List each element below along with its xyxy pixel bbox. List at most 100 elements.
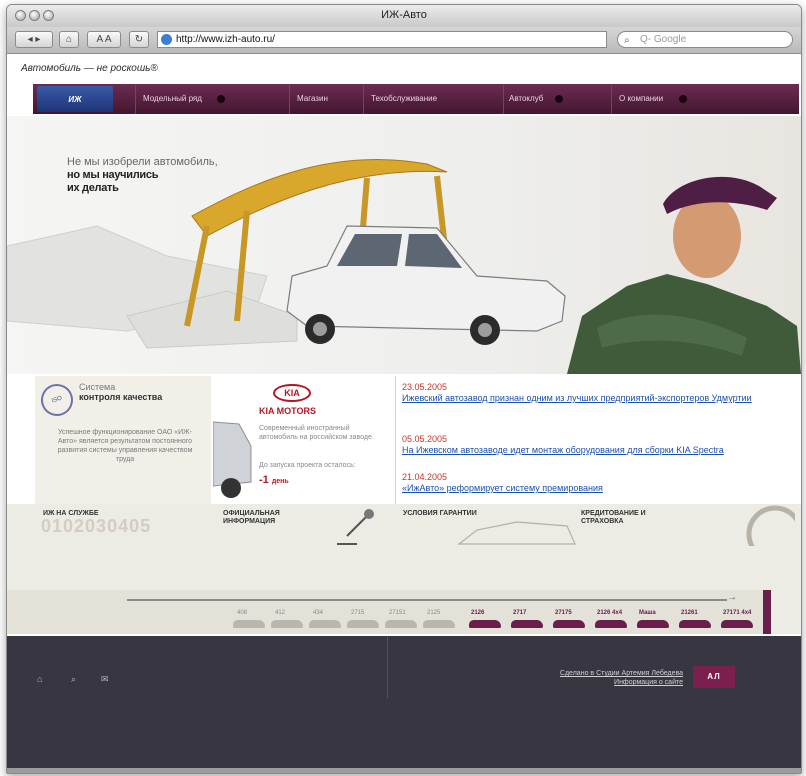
back-forward-button[interactable]: ◂ ▸ <box>15 31 53 48</box>
studio-badge[interactable]: АЛ <box>693 666 735 688</box>
news-link[interactable]: «ИжАвто» реформирует систему премировани… <box>402 482 792 494</box>
site-info-link[interactable]: Информация о сайте <box>614 679 683 686</box>
kia-panel[interactable]: KIA KIA MOTORS Современный иностранный а… <box>213 376 389 504</box>
news-item: 21.04.2005 «ИжАвто» реформирует систему … <box>402 472 792 494</box>
car-hub-front <box>478 323 492 337</box>
kia-countdown-value: -1 день <box>259 474 289 486</box>
nav-item-about[interactable]: О компании <box>619 84 663 114</box>
hero-illustration <box>7 159 801 374</box>
timeline-model-label[interactable]: 21261 <box>681 610 698 616</box>
hero-line-2: но мы научились <box>67 169 159 181</box>
news-date: 21.04.2005 <box>402 472 448 482</box>
main-navigation: ИЖ Модельный ряд Магазин Техобслуживание… <box>33 84 799 114</box>
news-list: 23.05.2005 Ижевский автозавод признан од… <box>395 376 796 504</box>
search-placeholder: Q- Google <box>640 34 687 45</box>
footer-credit: Сделано в Студии Артемия Лебедева Информ… <box>537 669 683 687</box>
timeline-model-label[interactable]: 27171 4x4 <box>723 610 751 616</box>
title-bar: ИЖ-Авто <box>7 5 801 27</box>
timeline-model-label[interactable]: 27175 <box>555 610 572 616</box>
nav-separator <box>363 84 364 114</box>
news-date: 23.05.2005 <box>402 382 448 392</box>
timeline-car-icon[interactable] <box>721 620 753 628</box>
news-item: 23.05.2005 Ижевский автозавод признан од… <box>402 382 792 404</box>
quality-panel[interactable]: ISO Система контроля качества Успешное ф… <box>35 376 211 504</box>
timeline-model-label[interactable]: 2126 4x4 <box>597 610 622 616</box>
timeline-car-icon[interactable] <box>637 620 669 628</box>
quality-title: Система контроля качества <box>79 382 163 402</box>
site-slogan: Автомобиль — не роскошь® <box>21 63 158 74</box>
nav-item-shop[interactable]: Магазин <box>297 84 328 114</box>
timeline-model-label[interactable]: 434 <box>313 610 323 616</box>
nav-item-models[interactable]: Модельный ряд <box>143 84 202 114</box>
timeline-model-label[interactable]: 408 <box>237 610 247 616</box>
timeline-model-label[interactable]: 2126 <box>471 610 484 616</box>
globe-icon <box>161 34 172 45</box>
window-title: ИЖ-Авто <box>381 9 427 21</box>
car-hub-rear <box>313 322 327 336</box>
reload-button[interactable]: ↻ <box>129 31 149 48</box>
mail-icon[interactable]: ✉ <box>101 674 109 685</box>
timeline-car-icon[interactable] <box>423 620 455 628</box>
kia-countdown-label: До запуска проекта осталось: <box>259 462 356 469</box>
timeline-car-icon[interactable] <box>469 620 501 628</box>
section-official-info[interactable]: Официальная информация <box>217 504 393 546</box>
izh-logo[interactable]: ИЖ <box>37 86 113 112</box>
nav-separator <box>503 84 504 114</box>
timeline-car-icon[interactable] <box>271 620 303 628</box>
timeline-model-label[interactable]: 412 <box>275 610 285 616</box>
timeline-car-icon[interactable] <box>511 620 543 628</box>
timeline-car-icon[interactable] <box>553 620 585 628</box>
forward-icon[interactable]: ▸ <box>35 34 40 45</box>
news-link[interactable]: Ижевский автозавод признан одним из лучш… <box>402 392 792 404</box>
search-icon[interactable]: ⌕ <box>71 674 76 685</box>
nav-dot-icon <box>555 95 563 103</box>
timeline-model-label[interactable]: 2125 <box>427 610 440 616</box>
section-izh-service[interactable]: 0102030405 ИЖ на службе <box>35 504 211 546</box>
timeline-car-icon[interactable] <box>595 620 627 628</box>
timeline-car-icon[interactable] <box>233 620 265 628</box>
page-content: Автомобиль — не роскошь® ИЖ Модельный ря… <box>7 54 801 773</box>
news-link[interactable]: На Ижевском автозаводе идет монтаж обору… <box>402 444 792 456</box>
text-size-button[interactable]: A A <box>87 31 121 48</box>
timeline-model-label[interactable]: 2717 <box>513 610 526 616</box>
section-credit[interactable]: Кредитование и страховка <box>575 504 795 546</box>
home-icon: ⌂ <box>65 34 73 45</box>
home-icon[interactable]: ⌂ <box>37 674 42 684</box>
section-warranty[interactable]: Условия гарантии <box>397 504 576 546</box>
nav-separator <box>135 84 136 114</box>
news-item: 05.05.2005 На Ижевском автозаводе идет м… <box>402 434 792 456</box>
timeline-model-label[interactable]: 27151 <box>389 610 406 616</box>
model-timeline: → 408 412 434 2715 27151 2125 2126 2717 27175 212… <box>7 590 763 634</box>
search-field[interactable]: ⌕ Q- Google <box>617 31 793 48</box>
reload-icon: ↻ <box>134 34 144 45</box>
timeline-car-icon[interactable] <box>347 620 379 628</box>
hero-tagline: Не мы изобрели автомобиль, но мы научили… <box>67 156 218 195</box>
kia-description: Современный иностранный автомобиль на ро… <box>259 425 374 441</box>
info-row: ISO Система контроля качества Успешное ф… <box>7 376 801 504</box>
quality-text: Успешное функционирование ОАО «ИЖ-Авто» … <box>57 429 193 463</box>
timeline-car-icon[interactable] <box>679 620 711 628</box>
timeline-car-icon[interactable] <box>385 620 417 628</box>
url-text[interactable]: http://www.izh-auto.ru/ <box>176 34 275 45</box>
warranty-car-image <box>457 521 576 545</box>
timeline-car-icon[interactable] <box>309 620 341 628</box>
kia-car-image <box>213 421 252 498</box>
kia-brand: KIA MOTORS <box>259 406 317 416</box>
section-credit-label: Кредитование и страховка <box>581 510 646 525</box>
footer-divider <box>387 636 388 698</box>
nav-item-autoclub[interactable]: Автоклуб <box>509 84 543 114</box>
microphone-image <box>337 509 374 545</box>
nav-item-service[interactable]: Техобслуживание <box>371 84 437 114</box>
search-icon: ⌕ <box>624 35 630 46</box>
service-numbers: 0102030405 <box>41 516 152 536</box>
kia-logo: KIA <box>273 384 311 402</box>
back-icon[interactable]: ◂ <box>28 34 33 45</box>
timeline-model-label[interactable]: Маша <box>639 610 656 616</box>
home-button[interactable]: ⌂ <box>59 31 79 48</box>
address-bar[interactable]: http://www.izh-auto.ru/ <box>157 31 607 48</box>
timeline-model-label[interactable]: 2715 <box>351 610 364 616</box>
timeline-scroll-tab[interactable] <box>763 590 771 634</box>
browser-toolbar: ◂ ▸ ⌂ A A ↻ http://www.izh-auto.ru/ ⌕ Q-… <box>7 27 801 54</box>
studio-link[interactable]: Сделано в Студии Артемия Лебедева <box>560 670 683 677</box>
conveyor-arm <box>191 159 448 237</box>
